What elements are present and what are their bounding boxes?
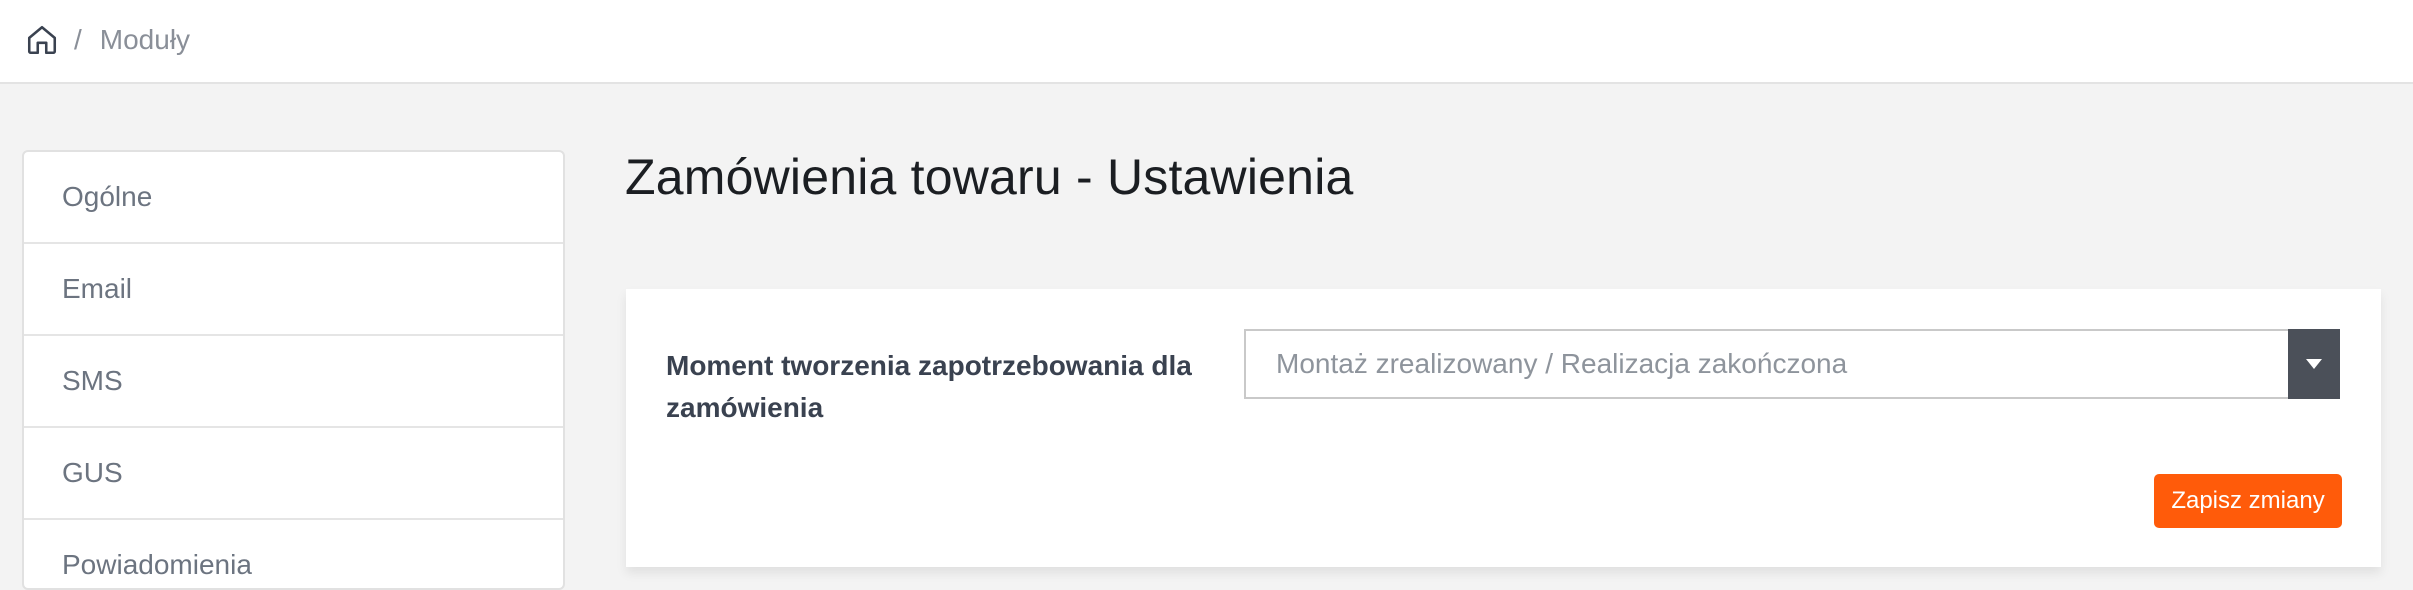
sidebar-item-gus[interactable]: GUS — [24, 428, 563, 520]
moment-select[interactable]: Montaż zrealizowany / Realizacja zakończ… — [1244, 329, 2340, 399]
breadcrumb-current[interactable]: Moduły — [100, 24, 190, 56]
breadcrumb: / Moduły — [24, 20, 190, 60]
sidebar-item-label: GUS — [62, 457, 123, 488]
field-label: Moment tworzenia zapotrzebowania dla zam… — [666, 350, 1192, 423]
top-bar: / Moduły — [0, 0, 2413, 84]
save-button[interactable]: Zapisz zmiany — [2154, 474, 2342, 528]
sidebar-item-sms[interactable]: SMS — [24, 336, 563, 428]
page-title: Zamówienia towaru - Ustawienia — [625, 149, 1354, 205]
sidebar-item-label: Powiadomienia — [62, 549, 252, 580]
chevron-down-icon[interactable] — [2288, 329, 2340, 399]
sidebar-item-ogolne[interactable]: Ogólne — [24, 152, 563, 244]
select-value: Montaż zrealizowany / Realizacja zakończ… — [1276, 348, 1848, 379]
sidebar-item-email[interactable]: Email — [24, 244, 563, 336]
sidebar-item-label: Ogólne — [62, 181, 153, 212]
sidebar-item-label: Email — [62, 273, 133, 304]
home-icon[interactable] — [24, 22, 60, 58]
sidebar-item-powiadomienia[interactable]: Powiadomienia — [24, 520, 563, 588]
settings-card: Moment tworzenia zapotrzebowania dla zam… — [626, 289, 2381, 567]
settings-sidebar: Ogólne Email SMS GUS Powiadomienia — [22, 150, 565, 590]
breadcrumb-separator: / — [74, 24, 82, 55]
sidebar-item-label: SMS — [62, 365, 123, 396]
